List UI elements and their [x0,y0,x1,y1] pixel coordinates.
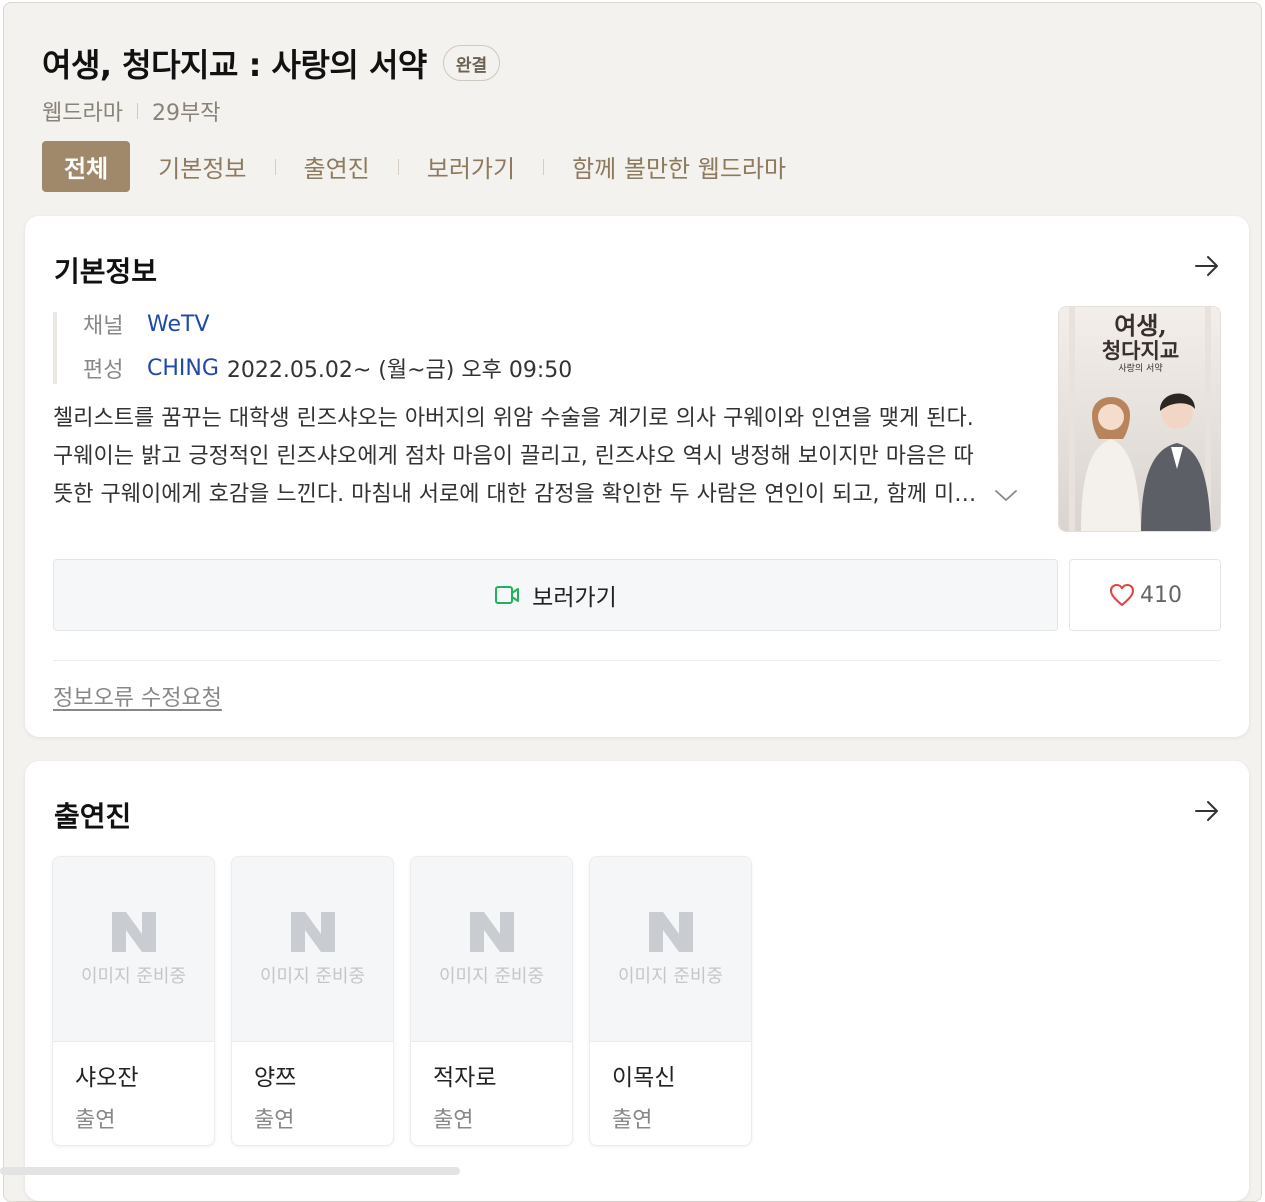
cast-item[interactable]: 이미지 준비중 적자로 출연 [410,856,573,1146]
cast-role: 출연 [75,1108,116,1133]
naver-logo-icon [290,912,335,952]
schedule-channel-link[interactable]: CHING [147,356,219,381]
meta-row: 웹드라마 29부작 [42,95,220,127]
page-frame: 여생, 청다지교 : 사랑의 서약 완결 웹드라마 29부작 전체 기본정보 출… [3,2,1262,1202]
meta-divider [136,103,138,119]
synopsis-text: 첼리스트를 꿈꾸는 대학생 린즈샤오는 아버지의 위암 수술을 계기로 의사 구… [53,406,975,507]
basic-info-title: 기본정보 [54,255,158,288]
genre-label: 웹드라마 [42,101,123,126]
image-preparing-text: 이미지 준비중 [259,966,366,987]
cast-name: 샤오잔 [75,1065,139,1091]
tab-divider [543,158,545,175]
cast-role: 출연 [433,1108,474,1133]
tab-recommended[interactable]: 함께 볼만한 웹드라마 [572,149,786,184]
schedule-row: 편성 CHING 2022.05.02~ (월~금) 오후 09:50 [83,356,572,384]
title-row: 여생, 청다지교 : 사랑의 서약 완결 [42,39,501,87]
cast-item[interactable]: 이미지 준비중 양쯔 출연 [231,856,394,1146]
tab-divider [397,158,399,175]
cast-photo-placeholder: 이미지 준비중 [232,857,393,1042]
channel-label: 채널 [83,314,124,339]
episode-count: 29부작 [151,101,221,126]
poster-subtitle: 사랑의 서약 [1118,364,1163,374]
image-preparing-text: 이미지 준비중 [80,966,187,987]
cast-role: 출연 [254,1108,295,1133]
poster-title-line2: 청다지교 [1101,338,1180,363]
page-title: 여생, 청다지교 : 사랑의 서약 [42,46,427,84]
naver-logo-icon [648,912,693,952]
cast-item[interactable]: 이미지 준비중 샤오잔 출연 [52,856,215,1146]
basic-info-card: 기본정보 채널 WeTV 편성 CHING 2022.05.02~ (월~금) … [25,216,1249,737]
watch-button[interactable]: 보러가기 [53,559,1058,631]
heart-icon [1110,584,1134,606]
cast-item[interactable]: 이미지 준비중 이목신 출연 [589,856,752,1146]
like-count: 410 [1140,582,1182,608]
tab-all[interactable]: 전체 [42,141,131,192]
cast-photo-placeholder: 이미지 준비중 [590,857,751,1042]
tab-divider [274,158,276,175]
cast-photo-placeholder: 이미지 준비중 [411,857,572,1042]
naver-logo-icon [469,912,514,952]
report-error-link[interactable]: 정보오류 수정요청 [53,680,222,712]
naver-logo-icon [111,912,156,952]
cast-photo-placeholder: 이미지 준비중 [53,857,214,1042]
arrow-right-icon[interactable] [1193,797,1221,825]
channel-row: 채널 WeTV [83,312,572,340]
cast-list: 이미지 준비중 샤오잔 출연 이미지 준비중 양쯔 출연 이미지 준비중 적자로… [52,856,768,1146]
tab-cast[interactable]: 출연진 [304,149,370,184]
section-divider [53,660,1221,661]
tab-watch[interactable]: 보러가기 [427,149,515,184]
tab-basic-info[interactable]: 기본정보 [158,149,246,184]
cast-card: 출연진 이미지 준비중 샤오잔 출연 이미지 준비중 양쯔 출연 이미지 준비중… [25,761,1249,1201]
cast-name: 적자로 [433,1065,497,1091]
poster-title-line1: 여생, [1114,311,1167,340]
watch-button-label: 보러가기 [532,585,617,611]
poster-image[interactable]: 여생, 청다지교 사랑의 서약 [1058,306,1221,532]
tab-bar: 전체 기본정보 출연진 보러가기 함께 볼만한 웹드라마 [42,141,786,192]
schedule-label: 편성 [83,358,124,383]
synopsis: 첼리스트를 꿈꾸는 대학생 린즈샤오는 아버지의 위암 수술을 계기로 의사 구… [53,400,1019,514]
horizontal-scrollbar[interactable] [0,1167,460,1175]
arrow-right-icon[interactable] [1193,252,1221,280]
chevron-down-icon[interactable] [993,486,1019,504]
video-icon [495,586,520,604]
info-list: 채널 WeTV 편성 CHING 2022.05.02~ (월~금) 오후 09… [53,312,572,384]
schedule-time: 2022.05.02~ (월~금) 오후 09:50 [226,358,573,383]
status-badge: 완결 [442,45,501,81]
like-button[interactable]: 410 [1069,559,1221,631]
cast-name: 이목신 [612,1065,676,1091]
cast-section-title: 출연진 [54,800,132,833]
cast-role: 출연 [612,1108,653,1133]
image-preparing-text: 이미지 준비중 [617,966,724,987]
cast-name: 양쯔 [254,1065,297,1091]
image-preparing-text: 이미지 준비중 [438,966,545,987]
channel-link[interactable]: WeTV [147,312,210,337]
